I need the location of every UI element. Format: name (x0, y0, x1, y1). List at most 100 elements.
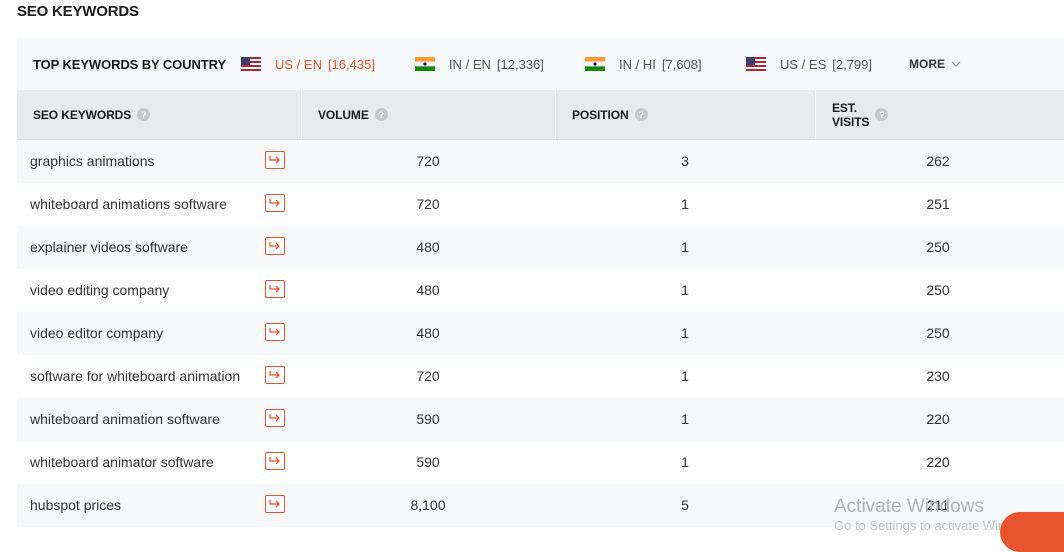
table-row: video editor company 480 1 250 (17, 312, 1064, 355)
volume-value: 720 (416, 153, 440, 169)
position-value: 1 (681, 282, 689, 298)
open-serp-icon[interactable] (265, 237, 285, 255)
table-row: whiteboard animations software 720 1 251 (17, 183, 1064, 226)
position-value: 1 (681, 411, 689, 427)
header-volume[interactable]: VOLUME ? (318, 90, 388, 139)
arrow-return-icon (269, 414, 280, 422)
arrow-return-icon (269, 500, 280, 508)
country-tab-us-es[interactable]: US / ES [2,799] (746, 54, 872, 74)
more-countries-button[interactable]: MORE (909, 57, 961, 71)
keyword-text[interactable]: video editing company (30, 282, 169, 298)
column-divider (815, 90, 816, 139)
header-est-visits[interactable]: EST. VISITS ? (832, 90, 889, 139)
column-divider (301, 90, 302, 139)
visits-value: 250 (926, 325, 950, 341)
header-position[interactable]: POSITION ? (572, 90, 648, 139)
open-serp-icon[interactable] (265, 409, 285, 427)
keyword-rows: graphics animations 720 3 262 whiteboard ani… (17, 140, 1064, 527)
chat-launcher-button[interactable] (1000, 512, 1064, 552)
volume-value: 480 (416, 282, 440, 298)
visits-value: 250 (926, 282, 950, 298)
header-visits-line2: VISITS (832, 114, 870, 129)
india-flag-icon (415, 57, 435, 71)
country-tab-count: [7,608] (661, 56, 702, 72)
table-row: graphics animations 720 3 262 (17, 140, 1064, 183)
visits-value: 220 (926, 411, 950, 427)
more-label: MORE (909, 57, 945, 71)
country-tab-code: IN / HI (619, 56, 656, 72)
open-serp-icon[interactable] (265, 194, 285, 212)
country-bar-label: TOP KEYWORDS BY COUNTRY (33, 57, 226, 72)
country-tab-code: US / ES (780, 56, 827, 72)
table-row: whiteboard animator software 590 1 220 (17, 441, 1064, 484)
position-value: 1 (681, 368, 689, 384)
open-serp-icon[interactable] (265, 452, 285, 470)
visits-value: 262 (926, 153, 950, 169)
table-row: explainer videos software 480 1 250 (17, 226, 1064, 269)
country-tab-code: US / EN (275, 56, 322, 72)
arrow-return-icon (269, 371, 280, 379)
country-tab-us-en[interactable]: US / EN [16,435] (241, 54, 375, 74)
volume-value: 590 (416, 411, 440, 427)
keyword-text[interactable]: video editor company (30, 325, 163, 341)
us-flag-icon (746, 57, 766, 71)
position-value: 3 (681, 153, 689, 169)
section-title: SEO KEYWORDS (17, 3, 139, 20)
india-flag-icon (585, 57, 605, 71)
help-icon[interactable]: ? (374, 108, 388, 121)
arrow-return-icon (269, 156, 280, 164)
arrow-return-icon (269, 328, 280, 336)
keyword-text[interactable]: whiteboard animations software (30, 196, 227, 212)
keyword-text[interactable]: graphics animations (30, 153, 155, 169)
table-row: software for whiteboard animation 720 1 230 (17, 355, 1064, 398)
visits-value: 220 (926, 454, 950, 470)
header-visits-line1: EST. (832, 100, 857, 115)
keyword-text[interactable]: whiteboard animation software (30, 411, 220, 427)
open-serp-icon[interactable] (265, 151, 285, 169)
arrow-return-icon (269, 242, 280, 250)
help-icon[interactable]: ? (634, 108, 648, 121)
header-keywords-label: SEO KEYWORDS (33, 107, 132, 122)
volume-value: 480 (416, 325, 440, 341)
help-icon[interactable]: ? (137, 108, 151, 121)
visits-value: 230 (926, 368, 950, 384)
open-serp-icon[interactable] (265, 323, 285, 341)
windows-watermark: Activate Windows (834, 496, 984, 517)
column-divider (555, 90, 556, 139)
table-row: video editing company 480 1 250 (17, 269, 1064, 312)
visits-value: 251 (926, 196, 950, 212)
volume-value: 720 (416, 196, 440, 212)
keyword-text[interactable]: software for whiteboard animation (30, 368, 240, 384)
position-value: 1 (681, 325, 689, 341)
country-tab-count: [16,435] (327, 56, 375, 72)
position-value: 1 (681, 454, 689, 470)
table-header: SEO KEYWORDS ? VOLUME ? POSITION ? EST. … (17, 90, 1064, 140)
open-serp-icon[interactable] (265, 280, 285, 298)
header-keywords[interactable]: SEO KEYWORDS ? (33, 90, 151, 139)
position-value: 1 (681, 196, 689, 212)
arrow-return-icon (269, 199, 280, 207)
country-tab-count: [12,336] (496, 56, 544, 72)
volume-value: 590 (416, 454, 440, 470)
open-serp-icon[interactable] (265, 495, 285, 513)
arrow-return-icon (269, 457, 280, 465)
keyword-text[interactable]: hubspot prices (30, 497, 121, 513)
help-icon[interactable]: ? (875, 108, 889, 121)
country-bar: TOP KEYWORDS BY COUNTRY US / EN [16,435]… (17, 38, 1064, 90)
country-tab-code: IN / EN (449, 56, 491, 72)
header-volume-label: VOLUME (318, 107, 369, 122)
keyword-text[interactable]: explainer videos software (30, 239, 188, 255)
keyword-text[interactable]: whiteboard animator software (30, 454, 214, 470)
header-position-label: POSITION (572, 107, 629, 122)
country-tab-in-en[interactable]: IN / EN [12,336] (415, 54, 544, 74)
position-value: 1 (681, 239, 689, 255)
visits-value: 250 (926, 239, 950, 255)
table-row: whiteboard animation software 590 1 220 (17, 398, 1064, 441)
country-tab-count: [2,799] (832, 56, 873, 72)
keywords-panel: TOP KEYWORDS BY COUNTRY US / EN [16,435]… (17, 38, 1064, 527)
arrow-return-icon (269, 285, 280, 293)
open-serp-icon[interactable] (265, 366, 285, 384)
chevron-down-icon (951, 61, 961, 67)
volume-value: 8,100 (410, 497, 446, 513)
country-tab-in-hi[interactable]: IN / HI [7,608] (585, 54, 702, 74)
